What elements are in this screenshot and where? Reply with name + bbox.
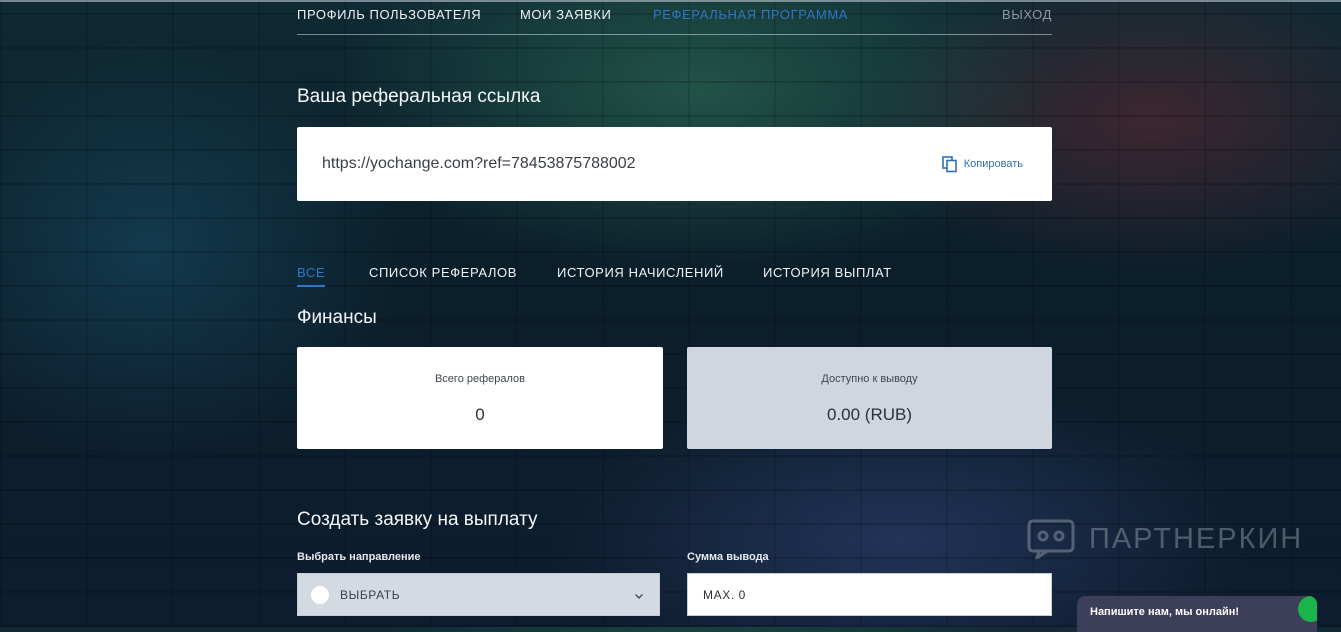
payout-heading: Создать заявку на выплату [297, 509, 538, 530]
total-referrals-card: Всего рефералов 0 [297, 347, 663, 449]
watermark-text: ПАРТНЕРКИН [1089, 522, 1304, 555]
finance-heading: Финансы [297, 307, 377, 328]
amount-label: Сумма вывода [687, 551, 769, 563]
tab-payout-history[interactable]: ИСТОРИЯ ВЫПЛАТ [763, 265, 892, 280]
online-status-icon [1298, 596, 1317, 622]
amount-input[interactable] [687, 573, 1052, 616]
main-nav: ПРОФИЛЬ ПОЛЬЗОВАТЕЛЯ МОИ ЗАЯВКИ РЕФЕРАЛЬ… [297, 0, 1052, 35]
copy-icon [941, 155, 958, 173]
tab-all[interactable]: ВСЕ [297, 265, 326, 287]
direction-radio-icon [311, 586, 329, 604]
nav-logout[interactable]: ВЫХОД [1002, 7, 1052, 22]
tab-referral-list[interactable]: СПИСОК РЕФЕРАЛОВ [369, 265, 517, 280]
referral-link-card: https://yochange.com?ref=78453875788002 … [297, 127, 1052, 201]
total-referrals-label: Всего рефералов [434, 373, 526, 385]
direction-select-value: ВЫБРАТЬ [340, 588, 401, 602]
referral-tabs: ВСЕ СПИСОК РЕФЕРАЛОВ ИСТОРИЯ НАЧИСЛЕНИЙ … [297, 265, 1052, 287]
available-balance-label: Доступно к выводу [821, 373, 918, 385]
tab-accrual-history[interactable]: ИСТОРИЯ НАЧИСЛЕНИЙ [557, 265, 724, 280]
total-referrals-value: 0 [475, 405, 485, 424]
nav-profile[interactable]: ПРОФИЛЬ ПОЛЬЗОВАТЕЛЯ [297, 7, 481, 22]
chat-widget-text: Напишите нам, мы онлайн! [1090, 606, 1240, 618]
copy-label: Копировать [963, 158, 1023, 170]
direction-label: Выбрать направление [297, 551, 421, 563]
available-balance-card: Доступно к выводу 0.00 (RUB) [687, 347, 1052, 449]
nav-referral-program[interactable]: РЕФЕРАЛЬНАЯ ПРОГРАММА [653, 7, 848, 22]
available-balance-value: 0.00 (RUB) [826, 405, 913, 424]
direction-select[interactable]: ВЫБРАТЬ [297, 573, 660, 616]
partnerkin-watermark: ПАРТНЕРКИН [1027, 519, 1304, 562]
referral-link-heading: Ваша реферальная ссылка [297, 86, 541, 107]
referral-url[interactable]: https://yochange.com?ref=78453875788002 [322, 155, 636, 173]
chevron-down-icon [633, 589, 645, 601]
copy-button[interactable]: Копировать [941, 155, 1023, 173]
partnerkin-logo-icon [1027, 519, 1075, 562]
nav-my-orders[interactable]: МОИ ЗАЯВКИ [520, 7, 611, 22]
